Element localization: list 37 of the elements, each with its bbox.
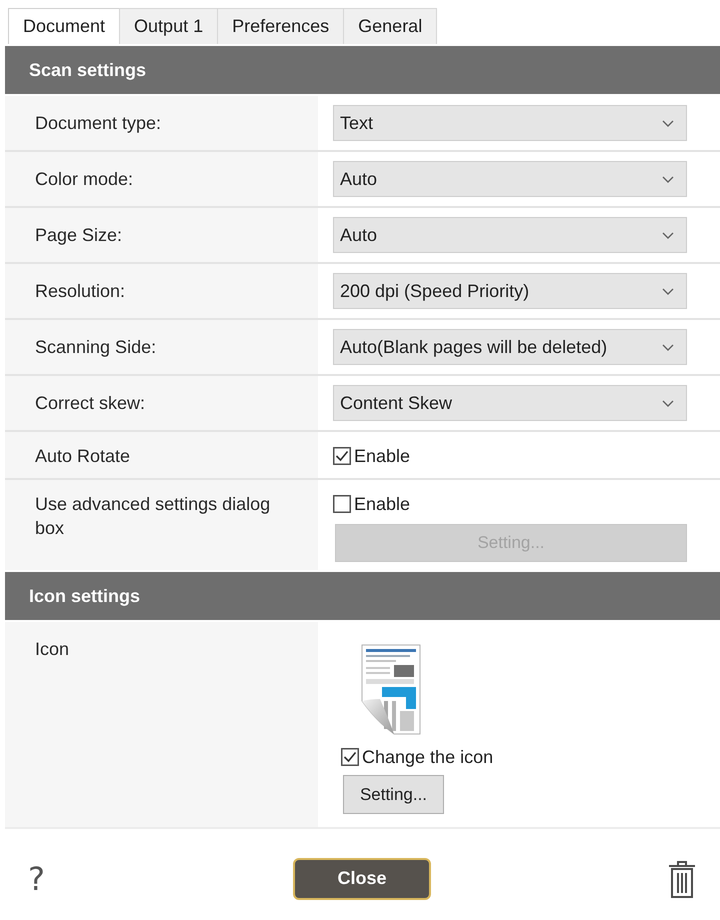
dropdown[interactable]: Content Skew — [333, 385, 687, 421]
checkbox[interactable] — [333, 447, 351, 465]
chevron-down-icon — [662, 400, 674, 406]
field-label: Icon — [35, 638, 70, 661]
trash-icon[interactable] — [668, 860, 696, 898]
tab[interactable]: General — [343, 8, 438, 44]
dropdown[interactable]: Auto(Blank pages will be deleted) — [333, 329, 687, 365]
field-label: Use advanced settings dialog box — [35, 493, 272, 540]
chevron-down-icon — [662, 288, 674, 294]
dropdown[interactable]: 200 dpi (Speed Priority) — [333, 273, 687, 309]
dropdown[interactable]: Auto — [333, 161, 687, 197]
field-label: Color mode: — [35, 168, 134, 191]
dropdown[interactable]: Text — [333, 105, 687, 141]
checkbox[interactable] — [341, 748, 359, 766]
field-label: Resolution: — [35, 280, 126, 303]
chevron-down-icon — [662, 176, 674, 182]
tab[interactable]: Preferences — [217, 8, 344, 44]
section-header: Scan settings — [5, 46, 720, 94]
field-label: Correct skew: — [35, 392, 146, 415]
checkbox[interactable] — [333, 495, 351, 513]
help-button[interactable]: ? — [28, 862, 45, 896]
tab[interactable]: Output 1 — [119, 8, 218, 44]
chevron-down-icon — [662, 344, 674, 350]
section-header: Icon settings — [5, 572, 720, 620]
close-button[interactable]: Close — [293, 858, 431, 900]
chevron-down-icon — [662, 120, 674, 126]
setting-button[interactable]: Setting... — [343, 775, 444, 814]
checkbox-label[interactable]: Change the icon — [362, 746, 494, 768]
dropdown[interactable]: Auto — [333, 217, 687, 253]
checkbox-label[interactable]: Enable — [354, 494, 410, 514]
field-label: Document type: — [35, 112, 162, 135]
chevron-down-icon — [662, 232, 674, 238]
field-label: Page Size: — [35, 224, 122, 247]
field-label: Scanning Side: — [35, 336, 156, 359]
field-label: Auto Rotate — [35, 445, 130, 468]
checkbox-label[interactable]: Enable — [354, 446, 410, 466]
tab[interactable]: Document — [8, 8, 120, 44]
